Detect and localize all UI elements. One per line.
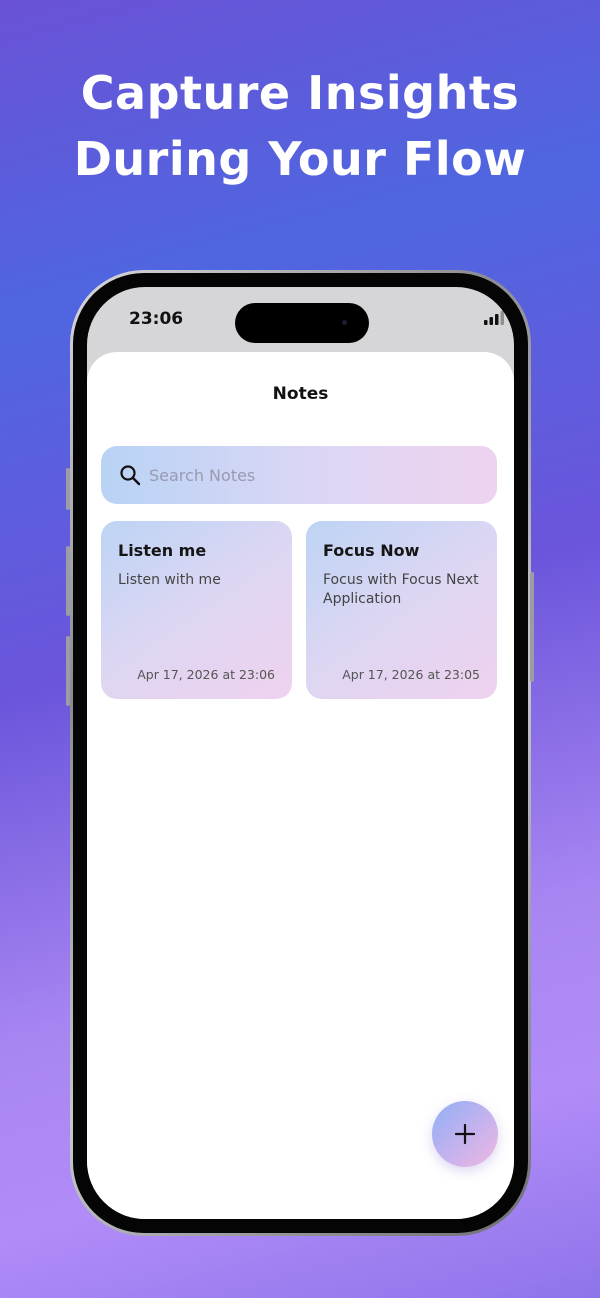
notes-sheet: Notes Listen me Listen with me Apr 17, 2…	[87, 352, 514, 1219]
cellular-signal-icon	[484, 311, 504, 325]
search-icon	[120, 465, 141, 486]
status-time: 23:06	[129, 309, 184, 329]
camera-dot	[342, 320, 347, 325]
power-button	[530, 572, 534, 682]
note-date: Apr 17, 2026 at 23:06	[137, 667, 275, 682]
note-body: Focus with Focus Next Application	[323, 572, 479, 607]
phone-frame: 23:06 82	[70, 270, 531, 1236]
note-card[interactable]: Focus Now Focus with Focus Next Applicat…	[306, 521, 497, 699]
status-bar: 23:06 82	[87, 287, 514, 357]
phone-bezel: 23:06 82	[73, 273, 528, 1233]
wifi-icon	[509, 311, 514, 320]
add-note-button[interactable]	[432, 1101, 498, 1167]
volume-down-button	[66, 636, 70, 706]
search-input[interactable]	[149, 446, 479, 504]
headline-line-2: During Your Flow	[73, 132, 527, 186]
dynamic-island	[235, 303, 369, 343]
note-card[interactable]: Listen me Listen with me Apr 17, 2026 at…	[101, 521, 292, 699]
note-body: Listen with me	[118, 572, 221, 588]
note-title: Focus Now	[323, 541, 420, 560]
search-bar[interactable]	[101, 446, 497, 504]
note-title: Listen me	[118, 541, 207, 560]
phone-screen: 23:06 82	[87, 287, 514, 1219]
headline-line-1: Capture Insights	[80, 66, 520, 120]
volume-up-button	[66, 546, 70, 616]
page-title: Notes	[272, 384, 329, 404]
headline: Capture Insights During Your Flow	[0, 60, 600, 192]
action-button	[66, 468, 70, 510]
plus-icon	[455, 1124, 475, 1144]
note-date: Apr 17, 2026 at 23:05	[342, 667, 480, 682]
